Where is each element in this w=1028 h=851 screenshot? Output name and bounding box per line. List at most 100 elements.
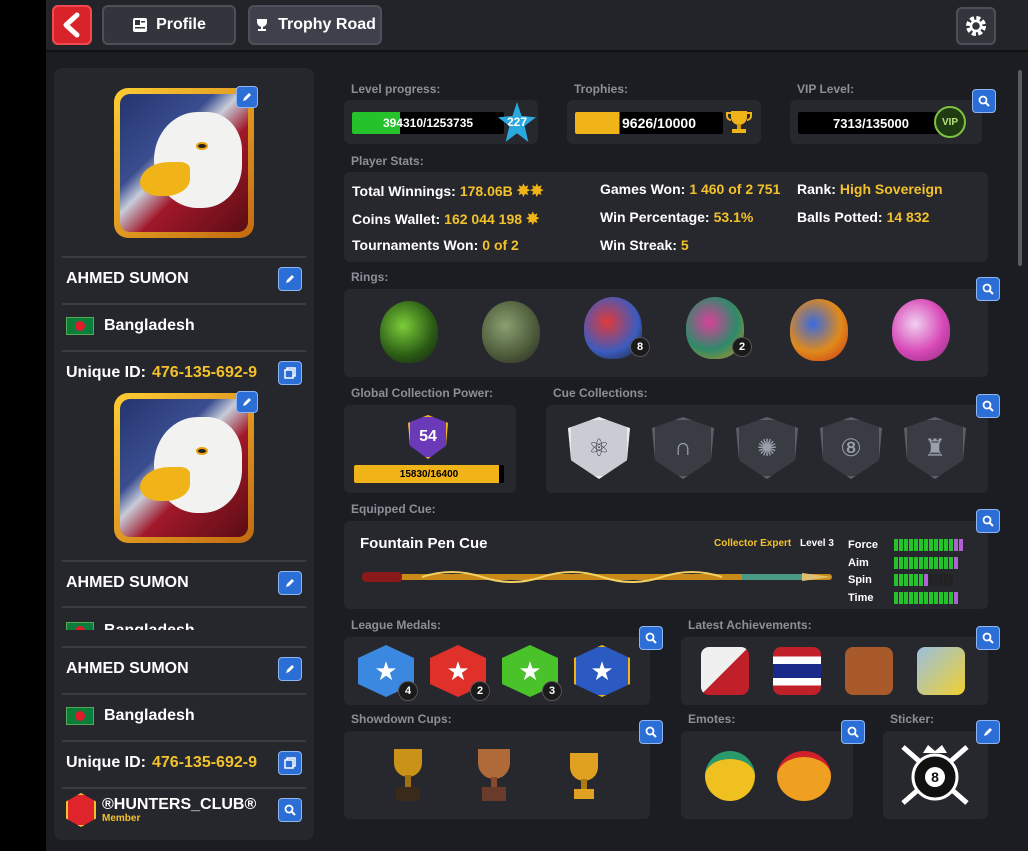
- horseshoe-collection-icon[interactable]: ∩: [652, 417, 714, 479]
- ring-item[interactable]: [790, 299, 848, 361]
- bangladesh-flag-icon: [66, 317, 94, 335]
- vip-search-button[interactable]: [972, 89, 996, 113]
- time-bar: [894, 592, 959, 604]
- trophies-progress-bar: 9626/10000: [575, 112, 723, 134]
- ring-item[interactable]: [380, 301, 438, 363]
- eight-ball-sticker-icon[interactable]: 8: [895, 739, 975, 811]
- country-name: Bangladesh: [104, 622, 195, 630]
- stat-segment: [914, 557, 918, 569]
- force-stat: Force: [848, 539, 964, 551]
- edit-name-button[interactable]: [278, 571, 302, 595]
- player-name: AHMED SUMON: [66, 574, 189, 591]
- fireworks-collection-icon[interactable]: ✺: [736, 417, 798, 479]
- player-stats-label: Player Stats:: [351, 154, 424, 168]
- balls-potted-stat: Balls Potted: 14 832: [797, 209, 929, 225]
- vip-progress-bar: 7313/135000: [798, 112, 944, 134]
- gold-cup-icon[interactable]: [386, 745, 430, 805]
- settings-button[interactable]: [956, 7, 996, 45]
- ring-item[interactable]: [482, 301, 540, 363]
- stat-segment: [924, 574, 928, 586]
- fountain-pen-cue-image: [362, 571, 832, 583]
- showdown-search-button[interactable]: [639, 720, 663, 744]
- games-won-value: 1 460 of 2 751: [689, 181, 781, 197]
- tab-trophy-road[interactable]: Trophy Road: [248, 5, 382, 45]
- achievement-lightning-icon[interactable]: [917, 647, 965, 695]
- trophies-card: 9626/10000: [567, 100, 761, 144]
- tournaments-won-label: Tournaments Won:: [352, 237, 479, 253]
- vip-level-label: VIP Level:: [797, 82, 855, 96]
- atom-collection-icon[interactable]: ⚛: [568, 417, 630, 479]
- unique-id-label: Unique ID:: [66, 754, 146, 771]
- stat-segment: [924, 557, 928, 569]
- trophies-text: 9626/10000: [622, 115, 696, 131]
- ring-item[interactable]: 8: [584, 297, 650, 359]
- stat-segment: [944, 574, 948, 586]
- pencil-icon: [286, 665, 294, 673]
- sticker-edit-button[interactable]: [976, 720, 1000, 744]
- club-search-button[interactable]: [278, 798, 302, 822]
- stat-segment: [924, 592, 928, 604]
- rings-search-button[interactable]: [976, 277, 1000, 301]
- club-row[interactable]: ®HUNTERS_CLUB® Member: [62, 787, 306, 831]
- edit-avatar-button[interactable]: [236, 391, 258, 413]
- stat-segment: [909, 557, 913, 569]
- copy-icon: [284, 367, 296, 379]
- bronze-cup-icon[interactable]: [472, 745, 516, 805]
- achievement-thailand-icon[interactable]: [773, 647, 821, 695]
- coins-wallet-value: 162 044 198: [444, 211, 523, 227]
- eagle-avatar-image: [120, 94, 248, 232]
- force-bar: [894, 539, 964, 551]
- level-progress-bar: 394310/1253735: [352, 112, 504, 134]
- search-icon: [284, 804, 296, 816]
- rings-card: 8 2: [344, 289, 988, 377]
- stat-segment: [959, 539, 963, 551]
- ring-count-badge: 2: [732, 337, 752, 357]
- cue-collections-label: Cue Collections:: [553, 386, 648, 400]
- cue-collections-search-button[interactable]: [976, 394, 1000, 418]
- stat-segment: [894, 592, 898, 604]
- stat-segment: [919, 557, 923, 569]
- stat-segment: [954, 592, 958, 604]
- trophy-cup-icon[interactable]: [562, 745, 606, 805]
- blue-gold-medal-icon[interactable]: ★: [574, 645, 630, 697]
- collection-power-card: 54 15830/16400: [344, 405, 516, 493]
- country-row: Bangladesh: [62, 693, 306, 737]
- ring-item[interactable]: 2: [686, 297, 752, 359]
- unique-id-row: Unique ID: 476-135-692-9: [62, 350, 306, 394]
- achievement-bronze-icon[interactable]: [845, 647, 893, 695]
- edit-name-button[interactable]: [278, 657, 302, 681]
- gold-trophy-icon: [726, 111, 752, 133]
- angry-emote-icon[interactable]: [777, 751, 831, 801]
- time-label: Time: [848, 592, 874, 604]
- scrollbar-thumb[interactable]: [1018, 70, 1022, 266]
- level-number: 227: [506, 115, 528, 129]
- copy-id-button[interactable]: [278, 361, 302, 385]
- edit-avatar-button[interactable]: [236, 86, 258, 108]
- stat-segment: [949, 592, 953, 604]
- time-stat: Time: [848, 592, 959, 604]
- emotes-search-button[interactable]: [841, 720, 865, 744]
- stat-segment: [934, 592, 938, 604]
- aim-bar: [894, 557, 959, 569]
- back-button[interactable]: [52, 5, 92, 45]
- landmarks-collection-icon[interactable]: ♜: [904, 417, 966, 479]
- achievement-japan-icon[interactable]: [701, 647, 749, 695]
- bangladesh-flag-icon: [66, 707, 94, 725]
- stat-segment: [934, 574, 938, 586]
- copy-icon: [284, 757, 296, 769]
- stat-segment: [939, 557, 943, 569]
- meditating-emote-icon[interactable]: [705, 751, 755, 801]
- cue-search-button[interactable]: [976, 509, 1000, 533]
- win-percentage-value: 53.1%: [713, 209, 754, 225]
- achievements-search-button[interactable]: [976, 626, 1000, 650]
- eight-ball-collection-icon[interactable]: ⑧: [820, 417, 882, 479]
- tab-profile[interactable]: Profile: [102, 5, 236, 45]
- collection-power-shield-icon: 54: [408, 415, 448, 459]
- ring-item[interactable]: [892, 299, 950, 361]
- stat-segment: [899, 539, 903, 551]
- medals-search-button[interactable]: [639, 626, 663, 650]
- stat-segment: [929, 592, 933, 604]
- copy-id-button[interactable]: [278, 751, 302, 775]
- edit-name-button[interactable]: [278, 267, 302, 291]
- stat-segment: [929, 539, 933, 551]
